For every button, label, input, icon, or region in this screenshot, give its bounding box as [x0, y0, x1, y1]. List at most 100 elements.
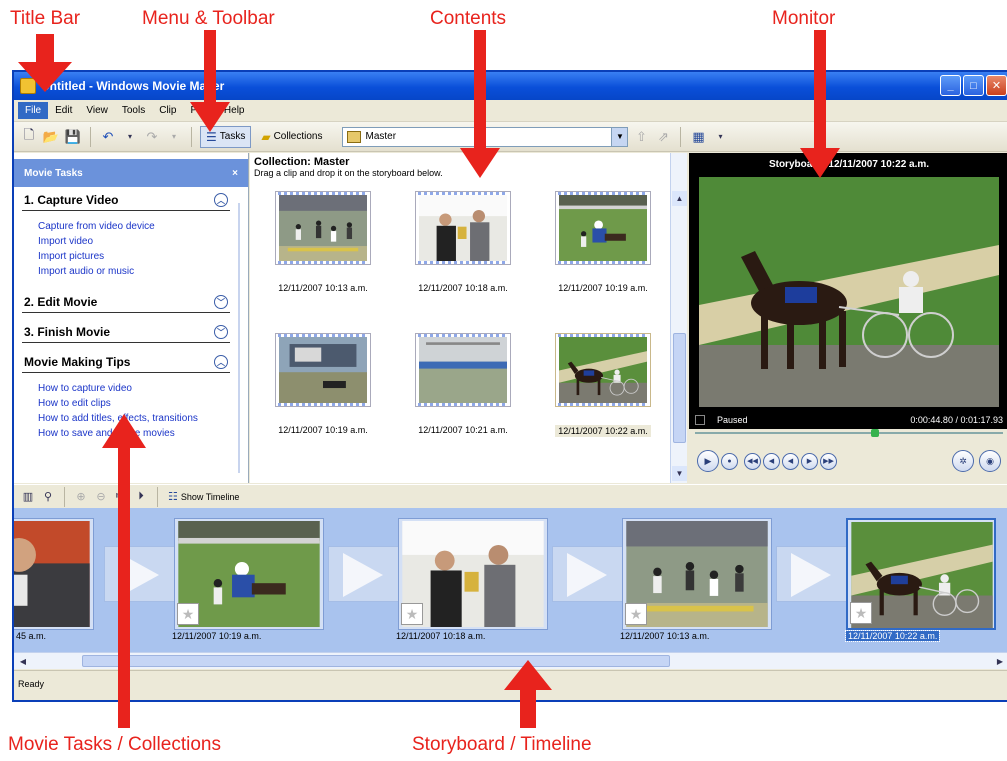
maximize-button[interactable]: □ — [963, 75, 984, 96]
menu-edit[interactable]: Edit — [48, 102, 79, 119]
chevron-down-icon[interactable]: ﹀ — [214, 325, 228, 339]
narrate-icon[interactable]: ▥ — [20, 488, 36, 506]
minimize-button[interactable]: _ — [940, 75, 961, 96]
split-icon[interactable]: ✲ — [952, 450, 974, 472]
seek-handle[interactable] — [871, 429, 879, 437]
storyboard-clip[interactable]: ★ — [174, 518, 324, 632]
storyboard-clip[interactable]: ★ — [622, 518, 772, 632]
storyboard-clip[interactable] — [14, 518, 94, 632]
stop-icon[interactable]: ● — [721, 452, 738, 470]
storyboard-frame[interactable] — [14, 518, 94, 630]
storyboard-clip[interactable]: ★ — [398, 518, 548, 632]
chevron-up-icon[interactable]: ︿ — [214, 355, 228, 369]
menu-view[interactable]: View — [79, 102, 115, 119]
monitor-status-bar: Paused 0:00:44.80 / 0:01:17.93 — [689, 411, 1007, 429]
collection-clip[interactable]: 12/11/2007 10:13 a.m. — [258, 191, 388, 293]
chevron-down-icon[interactable]: ﹀ — [214, 295, 228, 309]
show-timeline-button[interactable]: ☷ Show Timeline — [168, 490, 239, 503]
collection-clip[interactable]: 12/11/2007 10:21 a.m. — [398, 333, 528, 435]
arrow-down-icon — [190, 30, 230, 132]
menu-tools[interactable]: Tools — [115, 102, 152, 119]
task-link-import-pictures[interactable]: Import pictures — [38, 249, 240, 264]
new-collection-icon[interactable]: ⇗ — [654, 128, 672, 146]
split-clip-icon[interactable] — [695, 415, 705, 425]
collection-clip-selected[interactable]: 12/11/2007 10:22 a.m. — [538, 333, 668, 437]
task-title-finish[interactable]: 3. Finish Movie ﹀ — [22, 319, 230, 343]
collection-scrollbar[interactable]: ▲ ▼ — [670, 153, 687, 483]
clip-thumbnail[interactable] — [275, 191, 371, 265]
save-project-icon[interactable]: 💾 — [64, 128, 82, 146]
step-back-icon[interactable]: ◀ — [782, 452, 799, 470]
views-dropdown-icon[interactable]: ▾ — [711, 128, 729, 146]
video-effect-star-icon[interactable]: ★ — [401, 603, 423, 625]
up-one-level-icon[interactable]: ⇧ — [632, 128, 650, 146]
arrow-down-icon — [460, 30, 500, 178]
collection-clip[interactable]: 12/11/2007 10:19 a.m. — [258, 333, 388, 435]
tip-link-capture[interactable]: How to capture video — [38, 381, 240, 396]
next-icon[interactable]: ▶▶ — [820, 452, 837, 470]
previous-icon[interactable]: ◀◀ — [744, 452, 761, 470]
storyboard-frame[interactable]: ★ — [622, 518, 772, 630]
collection-clip[interactable]: 12/11/2007 10:18 a.m. — [398, 191, 528, 293]
title-bar[interactable]: Untitled - Windows Movie Maker _ □ ✕ — [14, 72, 1007, 100]
collection-clip[interactable]: 12/11/2007 10:19 a.m. — [538, 191, 668, 293]
transition-arrow-icon — [343, 553, 383, 597]
task-link-import-audio[interactable]: Import audio or music — [38, 264, 240, 279]
clip-image — [279, 337, 367, 403]
redo-icon[interactable]: ↷ — [143, 128, 161, 146]
menu-file[interactable]: File — [18, 102, 49, 119]
scroll-up-icon[interactable]: ▲ — [672, 191, 687, 206]
scroll-right-icon[interactable]: ▶ — [993, 654, 1007, 668]
scroll-down-icon[interactable]: ▼ — [672, 466, 687, 481]
seek-bar[interactable] — [689, 429, 1007, 437]
storyboard-clip-selected[interactable]: ★ — [846, 518, 996, 632]
task-title-edit[interactable]: 2. Edit Movie ﹀ — [22, 289, 230, 313]
clip-thumbnail[interactable] — [275, 333, 371, 407]
transition-slot[interactable] — [328, 546, 400, 602]
scrollbar-thumb[interactable] — [673, 333, 686, 443]
chevron-up-icon[interactable]: ︿ — [214, 193, 228, 207]
menu-clip[interactable]: Clip — [152, 102, 183, 119]
undo-dropdown-icon[interactable]: ▾ — [121, 128, 139, 146]
clip-thumbnail[interactable] — [415, 191, 511, 265]
clip-thumbnail[interactable] — [415, 333, 511, 407]
movie-tasks-title: Movie Tasks — [24, 167, 83, 179]
redo-dropdown-icon[interactable]: ▾ — [165, 128, 183, 146]
close-window-button[interactable]: ✕ — [986, 75, 1007, 96]
rewind-icon[interactable]: ◀ — [763, 452, 780, 470]
storyboard-frame[interactable]: ★ — [174, 518, 324, 630]
tip-link-edit[interactable]: How to edit clips — [38, 396, 240, 411]
forward-icon[interactable]: ▶ — [801, 452, 818, 470]
task-link-capture-device[interactable]: Capture from video device — [38, 219, 240, 234]
video-effect-star-icon[interactable]: ★ — [850, 602, 872, 624]
storyboard-clip-label-selected: 12/11/2007 10:22 a.m. — [844, 630, 941, 642]
transition-slot[interactable] — [776, 546, 848, 602]
collections-button[interactable]: ▰ Collections — [255, 126, 328, 148]
show-timeline-label: Show Timeline — [180, 491, 240, 502]
storyboard-frame[interactable]: ★ — [846, 518, 996, 630]
task-title-capture[interactable]: 1. Capture Video ︿ — [22, 187, 230, 211]
zoom-in-icon[interactable]: ⊕ — [73, 488, 89, 506]
undo-icon[interactable]: ↶ — [99, 128, 117, 146]
close-tasks-icon[interactable]: × — [232, 168, 238, 179]
open-project-icon[interactable]: 📂 — [42, 128, 60, 146]
new-project-icon[interactable]: 🗋 — [20, 127, 38, 146]
clip-timestamp: 12/11/2007 10:21 a.m. — [418, 425, 508, 435]
scrollbar-thumb[interactable] — [82, 655, 670, 667]
views-icon[interactable]: ▦ — [689, 128, 707, 146]
chevron-down-icon[interactable]: ▼ — [611, 127, 628, 146]
audio-levels-icon[interactable]: ⚲ — [40, 488, 56, 506]
clip-timestamp: 12/11/2007 10:13 a.m. — [278, 283, 368, 293]
snapshot-icon[interactable]: ◉ — [979, 450, 1001, 472]
video-effect-star-icon[interactable]: ★ — [177, 603, 199, 625]
task-link-import-video[interactable]: Import video — [38, 234, 240, 249]
scroll-left-icon[interactable]: ◀ — [16, 654, 30, 668]
task-title-tips[interactable]: Movie Making Tips ︿ — [22, 349, 230, 373]
clip-thumbnail[interactable] — [555, 333, 651, 407]
video-effect-star-icon[interactable]: ★ — [625, 603, 647, 625]
storyboard-frame[interactable]: ★ — [398, 518, 548, 630]
transition-slot[interactable] — [552, 546, 624, 602]
play-icon[interactable]: ▶ — [697, 450, 719, 472]
clip-thumbnail[interactable] — [555, 191, 651, 265]
storyboard-image — [14, 521, 91, 627]
